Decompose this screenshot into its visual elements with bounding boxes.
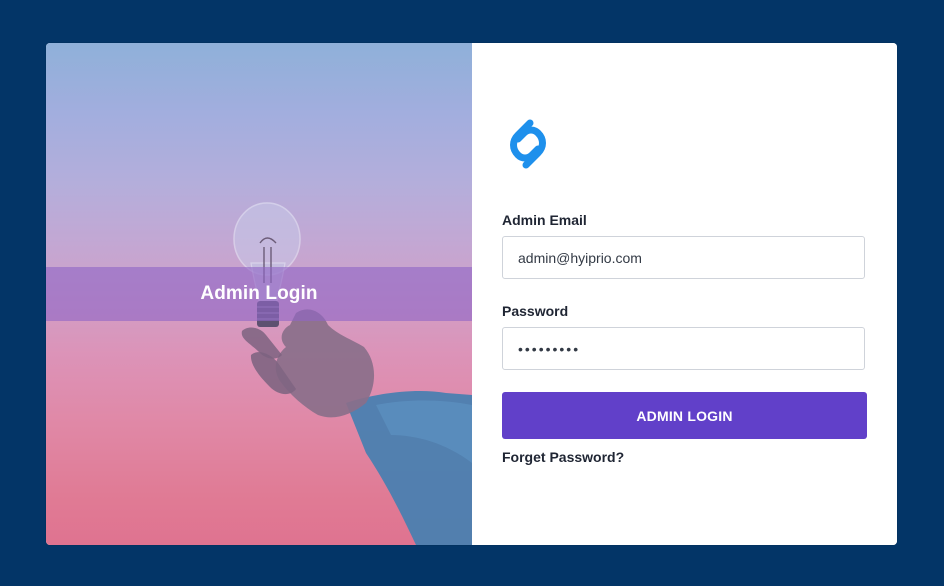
hero-title-band: Admin Login [46,267,472,321]
email-label: Admin Email [502,212,587,228]
hero-title: Admin Login [200,283,318,304]
forgot-password-link[interactable]: Forget Password? [502,449,624,465]
email-field[interactable] [502,236,865,279]
admin-login-button[interactable]: ADMIN LOGIN [502,392,867,439]
hero-image-panel: Admin Login [46,43,472,545]
login-card: Admin Login Admin Email Password ADMIN L… [46,43,897,545]
password-label: Password [502,303,569,319]
brand-logo-icon [502,117,554,171]
password-field[interactable] [502,327,865,370]
